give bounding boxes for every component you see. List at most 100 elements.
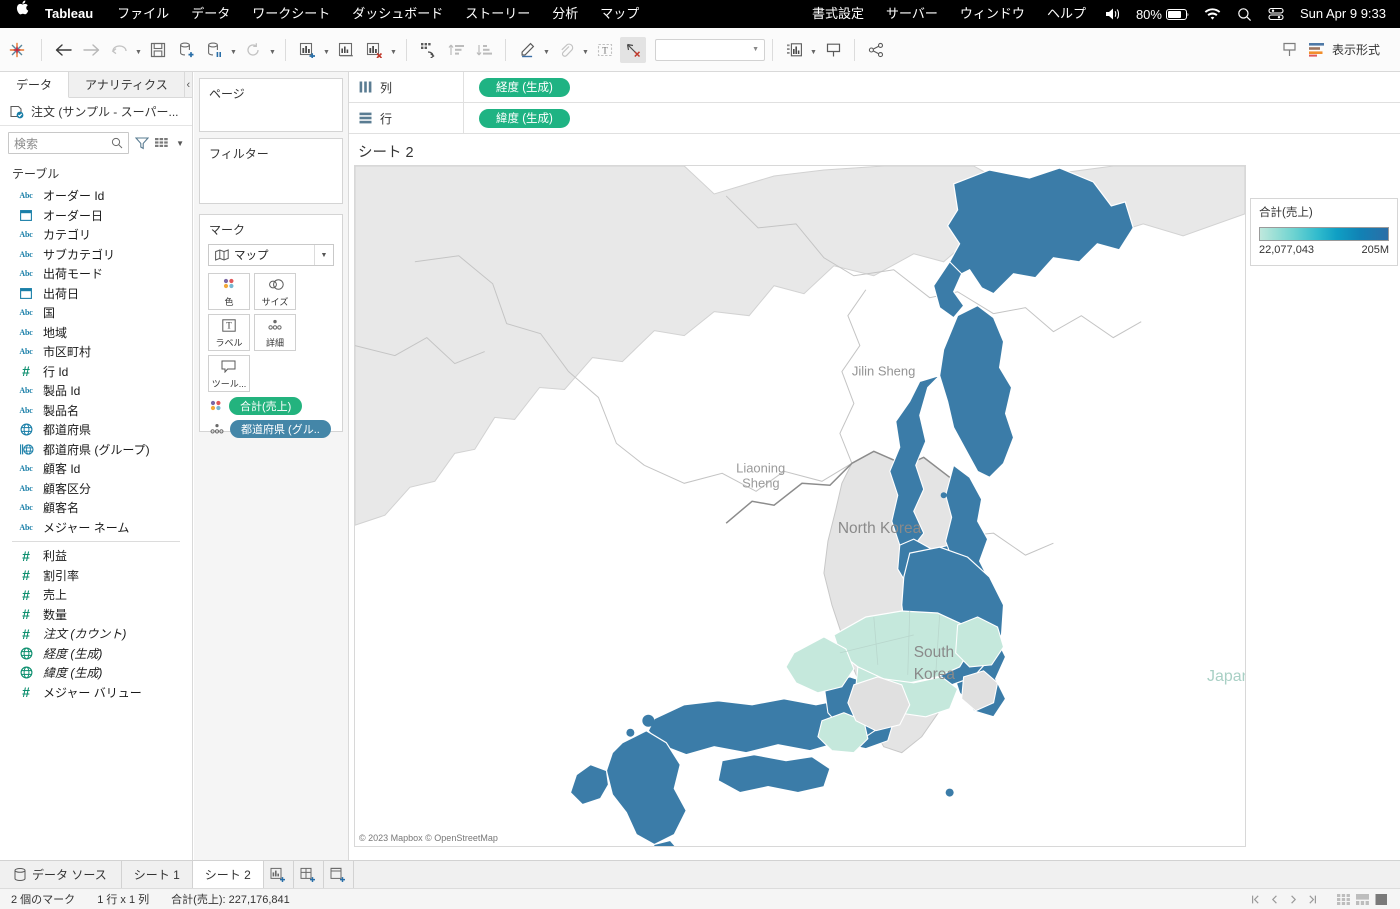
- group-members-icon[interactable]: [553, 37, 579, 63]
- duplicate-sheet-icon[interactable]: [333, 37, 359, 63]
- menubar-item-dashboard[interactable]: ダッシュボード: [341, 0, 454, 28]
- mark-pill-sum-sales[interactable]: 合計(売上): [229, 397, 303, 415]
- sort-descending-icon[interactable]: [471, 37, 497, 63]
- field-measure-values[interactable]: # メジャー バリュー: [0, 683, 192, 703]
- field-longitude-generated[interactable]: 経度 (生成): [0, 644, 192, 664]
- pages-card[interactable]: ページ: [199, 78, 343, 132]
- marks-size-button[interactable]: サイズ: [254, 273, 296, 310]
- next-page-icon[interactable]: [1285, 891, 1302, 908]
- last-page-icon[interactable]: [1304, 891, 1321, 908]
- add-data-source-icon[interactable]: [173, 37, 199, 63]
- menubar-item-analysis[interactable]: 分析: [541, 0, 589, 28]
- field-quantity[interactable]: # 数量: [0, 605, 192, 625]
- new-worksheet-tab-icon[interactable]: [264, 861, 294, 888]
- sort-ascending-icon[interactable]: [443, 37, 469, 63]
- share-icon[interactable]: [863, 37, 889, 63]
- undo-dropdown-caret[interactable]: ▼: [133, 37, 144, 63]
- menubar-item-map[interactable]: マップ: [589, 0, 650, 28]
- presentation-toggle-icon[interactable]: [1277, 37, 1303, 63]
- field-measure-names[interactable]: Abc メジャー ネーム: [0, 518, 192, 538]
- sheet-tab-1[interactable]: シート 1: [122, 861, 193, 888]
- field-subcategory[interactable]: Abc サブカテゴリ: [0, 245, 192, 265]
- field-product-name[interactable]: Abc 製品名: [0, 401, 192, 421]
- volume-icon[interactable]: [1097, 7, 1130, 21]
- chevron-down-icon[interactable]: ▼: [314, 245, 333, 265]
- battery-status[interactable]: 80%: [1130, 7, 1196, 22]
- field-category[interactable]: Abc カテゴリ: [0, 225, 192, 245]
- menubar-item-file[interactable]: ファイル: [106, 0, 180, 28]
- marks-label-button[interactable]: T ラベル: [208, 314, 250, 351]
- marks-detail-button[interactable]: 詳細: [254, 314, 296, 351]
- marks-tooltip-button[interactable]: ツール...: [208, 355, 250, 392]
- filter-icon[interactable]: [135, 136, 150, 150]
- field-sales[interactable]: # 売上: [0, 585, 192, 605]
- field-segment[interactable]: Abc 顧客区分: [0, 479, 192, 499]
- field-order-date[interactable]: オーダー日: [0, 206, 192, 226]
- map-canvas[interactable]: Jilin Sheng Liaoning Sheng North Korea S…: [355, 166, 1245, 846]
- field-prefecture-group[interactable]: 都道府県 (グループ): [0, 440, 192, 460]
- totals-dropdown-caret[interactable]: ▼: [808, 37, 819, 63]
- columns-shelf-body[interactable]: 経度 (生成): [464, 77, 1400, 97]
- menubar-item-story[interactable]: ストーリー: [454, 0, 541, 28]
- single-view-icon[interactable]: [1373, 891, 1390, 908]
- field-country[interactable]: Abc 国: [0, 303, 192, 323]
- field-order-id[interactable]: Abc オーダー Id: [0, 186, 192, 206]
- show-cards-icon[interactable]: [1335, 891, 1352, 908]
- sort-dropdown-caret-icon[interactable]: ▼: [176, 139, 184, 148]
- back-arrow-icon[interactable]: [50, 37, 76, 63]
- totals-icon[interactable]: [781, 37, 807, 63]
- field-region[interactable]: Abc 地域: [0, 323, 192, 343]
- pill-latitude[interactable]: 緯度 (生成): [479, 108, 570, 128]
- menubar-item-window[interactable]: ウィンドウ: [949, 0, 1036, 28]
- columns-shelf[interactable]: 列 経度 (生成): [349, 71, 1400, 103]
- refresh-data-icon[interactable]: [240, 37, 266, 63]
- new-dashboard-tab-icon[interactable]: [294, 861, 324, 888]
- clear-sheet-icon[interactable]: [361, 37, 387, 63]
- map-view[interactable]: Jilin Sheng Liaoning Sheng North Korea S…: [354, 165, 1246, 847]
- menubar-app-name[interactable]: Tableau: [43, 0, 106, 28]
- field-product-id[interactable]: Abc 製品 Id: [0, 381, 192, 401]
- pause-dropdown-caret[interactable]: ▼: [228, 37, 239, 63]
- search-input[interactable]: 検索: [8, 132, 130, 154]
- menubar-item-server[interactable]: サーバー: [875, 0, 949, 28]
- field-customer-name[interactable]: Abc 顧客名: [0, 498, 192, 518]
- apple-menu-icon[interactable]: [0, 0, 43, 28]
- wifi-icon[interactable]: [1196, 7, 1229, 21]
- color-legend[interactable]: 合計(売上) 22,077,043 205M: [1250, 198, 1398, 266]
- show-me-button[interactable]: 表示形式: [1304, 38, 1388, 61]
- field-ship-mode[interactable]: Abc 出荷モード: [0, 264, 192, 284]
- rows-shelf[interactable]: 行 緯度 (生成): [349, 102, 1400, 134]
- field-order-count[interactable]: # 注文 (カウント): [0, 624, 192, 644]
- mark-pill-prefecture-group[interactable]: 都道府県 (グル..: [230, 420, 331, 438]
- fix-axes-icon[interactable]: [620, 36, 646, 63]
- forward-arrow-icon[interactable]: [78, 37, 104, 63]
- grid-view-icon[interactable]: [155, 137, 170, 149]
- group-dropdown-caret[interactable]: ▼: [580, 37, 591, 63]
- presentation-mode-icon[interactable]: [820, 37, 846, 63]
- previous-page-icon[interactable]: [1266, 891, 1283, 908]
- field-city[interactable]: Abc 市区町村: [0, 342, 192, 362]
- save-icon[interactable]: [145, 37, 171, 63]
- tab-analytics[interactable]: アナリティクス: [69, 72, 185, 98]
- control-center-icon[interactable]: [1260, 7, 1292, 21]
- filmstrip-view-icon[interactable]: [1354, 891, 1371, 908]
- tableau-logo-icon[interactable]: [1, 37, 33, 63]
- menubar-item-help[interactable]: ヘルプ: [1036, 0, 1097, 28]
- collapse-pane-icon[interactable]: ‹: [185, 72, 192, 98]
- pause-data-updates-icon[interactable]: [201, 37, 227, 63]
- refresh-dropdown-caret[interactable]: ▼: [267, 37, 278, 63]
- tab-data[interactable]: データ: [0, 72, 70, 98]
- field-customer-id[interactable]: Abc 顧客 Id: [0, 459, 192, 479]
- menubar-item-format[interactable]: 書式設定: [801, 0, 875, 28]
- rows-shelf-body[interactable]: 緯度 (生成): [464, 108, 1400, 128]
- menubar-item-worksheet[interactable]: ワークシート: [241, 0, 341, 28]
- marks-color-button[interactable]: 色: [208, 273, 250, 310]
- swap-rows-columns-icon[interactable]: [415, 37, 441, 63]
- clear-dropdown-caret[interactable]: ▼: [388, 37, 399, 63]
- field-prefecture[interactable]: 都道府県: [0, 420, 192, 440]
- menubar-item-data[interactable]: データ: [180, 0, 241, 28]
- highlight-dropdown-caret[interactable]: ▼: [541, 37, 552, 63]
- new-worksheet-dropdown-caret[interactable]: ▼: [321, 37, 332, 63]
- field-ship-date[interactable]: 出荷日: [0, 284, 192, 304]
- menubar-clock[interactable]: Sun Apr 9 9:33: [1292, 0, 1400, 28]
